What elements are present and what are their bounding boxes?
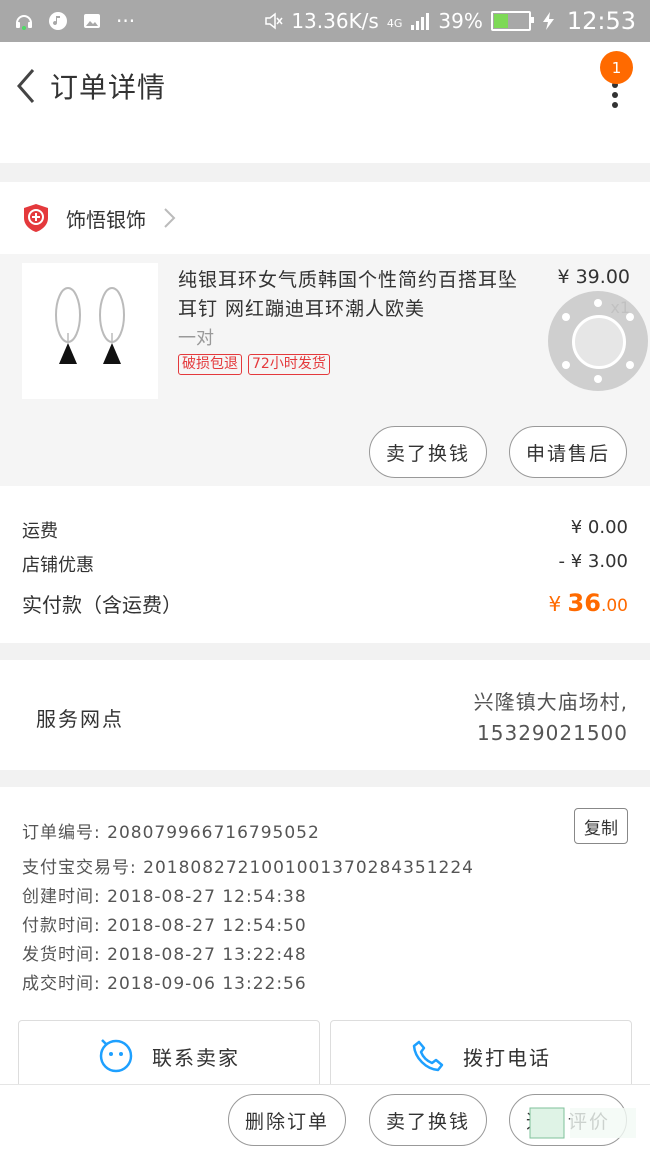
service-phone: 15329021500 — [477, 721, 628, 745]
copy-button[interactable]: 复制 — [574, 808, 628, 844]
floating-assist-button[interactable] — [548, 291, 648, 391]
resell-button-bottom[interactable]: 卖了换钱 — [369, 1094, 487, 1146]
order-item[interactable]: 纯银耳环女气质韩国个性简约百搭耳坠耳钉 网红蹦迪耳环潮人欧美 一对 破损包退 7… — [0, 254, 650, 486]
page-title: 订单详情 — [50, 71, 167, 104]
order-info: 订单编号: 208079966716795052 支付宝交易号: 2018082… — [0, 787, 650, 1012]
order-number: 订单编号: 208079966716795052 — [22, 823, 320, 843]
notification-badge: 1 — [600, 51, 633, 84]
bottom-action-bar: 删除订单 卖了换钱 追加评价 — [0, 1084, 650, 1156]
network-type: 4G — [386, 17, 403, 30]
back-button[interactable] — [0, 42, 50, 130]
paid-time: 付款时间: 2018-08-27 12:54:50 — [22, 916, 307, 936]
status-bar: ··· 13.36K/s 4G 39% 12:53 — [0, 0, 650, 42]
service-tags: 破损包退 72小时发货 — [178, 354, 330, 375]
app-header: 订单详情 1 — [0, 42, 650, 130]
chat-bubble-icon — [99, 1039, 133, 1073]
total-integer: 36 — [567, 589, 601, 617]
partial-row — [0, 130, 650, 163]
total-decimal: .00 — [600, 596, 628, 616]
signal-icon — [411, 13, 430, 30]
completed-time: 成交时间: 2018-09-06 13:22:56 — [22, 974, 307, 994]
resell-button[interactable]: 卖了换钱 — [369, 426, 487, 478]
phone-icon — [412, 1040, 444, 1072]
product-title[interactable]: 纯银耳环女气质韩国个性简约百搭耳坠耳钉 网红蹦迪耳环潮人欧美 — [178, 266, 518, 324]
discount-label: 店铺优惠 — [22, 555, 94, 576]
more-menu-button[interactable] — [610, 82, 620, 112]
more-notifications-icon: ··· — [116, 9, 136, 33]
contact-seller-label: 联系卖家 — [152, 1045, 240, 1070]
image-icon — [84, 14, 100, 28]
service-point: 服务网点 兴隆镇大庙场村, 15329021500 — [0, 660, 650, 770]
total-currency: ¥ — [548, 592, 568, 616]
shipping-label: 运费 — [22, 521, 58, 542]
shop-row[interactable]: 饰悟银饰 — [0, 182, 650, 254]
call-phone-button[interactable]: 拨打电话 — [330, 1020, 632, 1092]
service-address: 兴隆镇大庙场村, 15329021500 — [474, 687, 628, 749]
total-label: 实付款（含运费） — [22, 593, 182, 617]
shop-logo-icon — [24, 204, 48, 232]
network-speed: 13.36K/s — [291, 9, 379, 33]
clock: 12:53 — [566, 7, 636, 35]
service-label: 服务网点 — [36, 707, 124, 731]
product-sku: 一对 — [178, 328, 214, 349]
service-address-line: 兴隆镇大庙场村, — [473, 690, 628, 714]
product-price: ¥ 39.00 — [557, 266, 630, 288]
chevron-left-icon — [17, 69, 35, 103]
battery-icon — [490, 11, 534, 31]
fee-summary: 运费 ¥ 0.00 店铺优惠 - ¥ 3.00 实付款（含运费） ¥ 36.00 — [0, 486, 650, 643]
after-sales-button[interactable]: 申请售后 — [509, 426, 627, 478]
service-tag: 破损包退 — [178, 354, 242, 375]
alipay-trade-number: 支付宝交易号: 2018082721001001370284351224 — [22, 858, 474, 878]
created-time: 创建时间: 2018-08-27 12:54:38 — [22, 887, 307, 907]
contact-area: 联系卖家 拨打电话 — [0, 1012, 650, 1092]
total-amount: ¥ 36.00 — [548, 589, 628, 618]
mute-icon — [265, 12, 283, 30]
product-image[interactable] — [22, 263, 158, 399]
delete-order-button[interactable]: 删除订单 — [228, 1094, 346, 1146]
headset-icon — [16, 15, 32, 30]
battery-percent: 39% — [438, 9, 483, 33]
contact-seller-button[interactable]: 联系卖家 — [18, 1020, 320, 1092]
watermark-logo — [529, 1107, 636, 1139]
call-phone-label: 拨打电话 — [463, 1045, 551, 1070]
shop-name: 饰悟银饰 — [66, 207, 146, 232]
charging-icon — [542, 12, 554, 30]
shipped-time: 发货时间: 2018-08-27 13:22:48 — [22, 945, 307, 965]
earring-image — [55, 287, 125, 364]
chevron-right-icon — [164, 208, 176, 228]
music-icon — [49, 12, 67, 30]
discount-value: - ¥ 3.00 — [558, 551, 628, 572]
shipping-value: ¥ 0.00 — [570, 517, 628, 538]
service-tag: 72小时发货 — [248, 354, 330, 375]
